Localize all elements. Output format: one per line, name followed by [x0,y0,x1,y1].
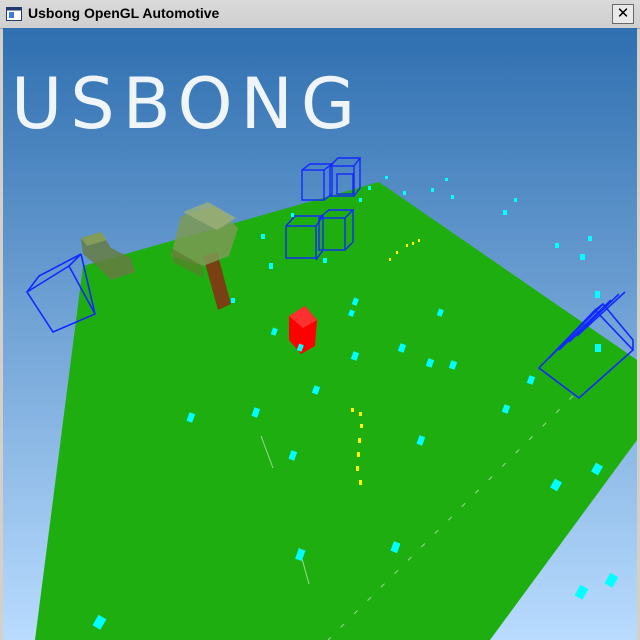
marker [356,466,359,471]
app-window: Usbong OpenGL Automotive ✕ USBONG [0,0,640,640]
marker [359,480,362,485]
close-button[interactable]: ✕ [612,4,634,24]
pickup [588,236,592,241]
marker [412,242,414,245]
pickup [403,191,406,195]
marker [389,258,391,261]
pickup [261,234,265,239]
pickup [385,176,388,179]
opengl-window-icon [6,7,22,21]
pickup [291,213,294,217]
pickup [595,291,600,298]
marker [351,408,354,412]
usbong-overlay-title: USBONG [11,63,363,145]
pickup [503,210,507,215]
pickup [451,195,454,199]
marker [359,412,362,416]
pickup [555,243,559,248]
marker [357,452,360,457]
pickup [368,186,371,190]
pickup [431,188,434,192]
pickup [445,178,448,181]
marker [360,424,363,428]
marker [396,251,398,254]
game-scene: USBONG [3,28,637,640]
marker [418,239,420,242]
pickup [580,254,585,260]
pickup [514,198,517,202]
opengl-viewport[interactable]: USBONG [3,28,637,640]
marker [406,244,408,247]
title-bar[interactable]: Usbong OpenGL Automotive ✕ [0,0,640,29]
marker [358,438,361,443]
pickup [359,198,362,202]
pickup [231,298,235,303]
window-title: Usbong OpenGL Automotive [28,5,220,21]
pickup [595,344,601,352]
pickup [323,258,327,263]
pickup [269,263,273,269]
